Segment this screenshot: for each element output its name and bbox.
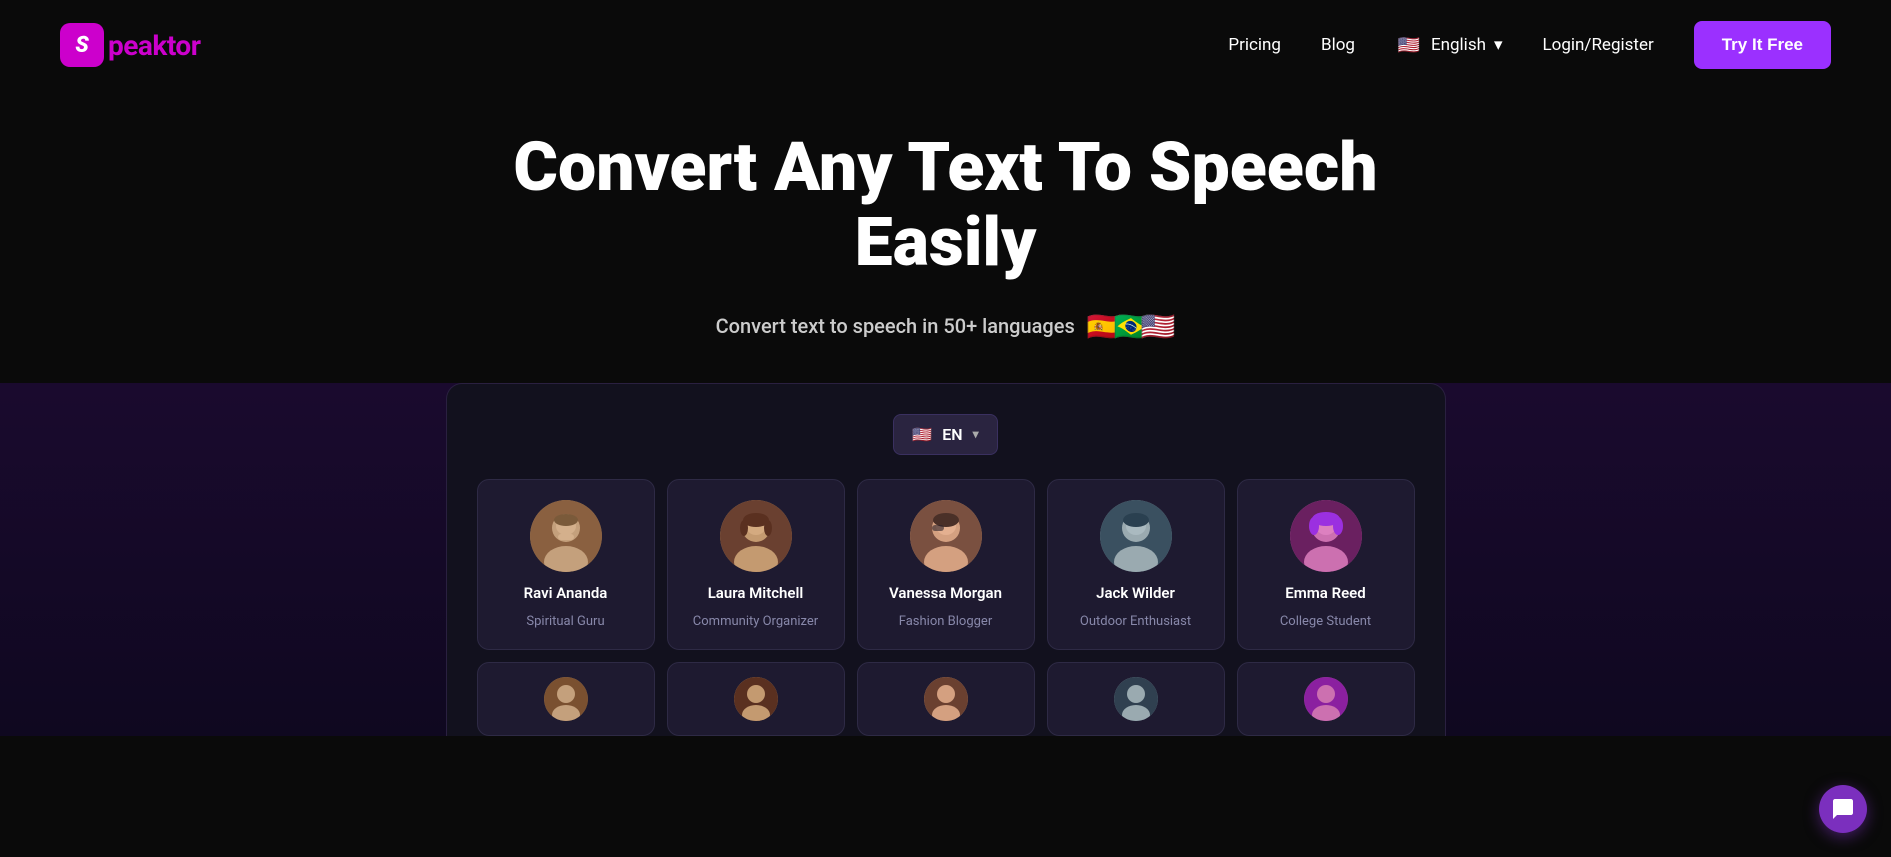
app-panel: 🇺🇸 EN ▾ xyxy=(446,383,1446,736)
nav-language-selector[interactable]: 🇺🇸 English ▾ xyxy=(1395,31,1503,59)
voice-role-vanessa: Fashion Blogger xyxy=(899,614,992,629)
voice-role-emma: College Student xyxy=(1280,614,1371,629)
avatar-ravi xyxy=(530,500,602,572)
voice-card-small-5[interactable] xyxy=(1237,662,1415,736)
avatar-laura xyxy=(720,500,792,572)
flag-us: 🇺🇸 xyxy=(1141,310,1176,343)
avatar-vanessa xyxy=(910,500,982,572)
nav-links: Pricing Blog 🇺🇸 English ▾ Login/Register… xyxy=(1228,21,1831,69)
panel-lang-code: EN xyxy=(942,425,962,444)
voice-name-laura: Laura Mitchell xyxy=(708,584,804,602)
logo-box: S xyxy=(60,23,104,67)
voice-role-ravi: Spiritual Guru xyxy=(526,614,604,629)
panel-flag-icon: 🇺🇸 xyxy=(912,425,932,444)
voice-card-small-2[interactable] xyxy=(667,662,845,736)
avatar-emma xyxy=(1290,500,1362,572)
chevron-down-icon: ▾ xyxy=(1494,35,1503,55)
nav-login[interactable]: Login/Register xyxy=(1543,35,1654,55)
navbar: S peaktor Pricing Blog 🇺🇸 English ▾ Logi… xyxy=(0,0,1891,90)
voice-card-vanessa[interactable]: Vanessa Morgan Fashion Blogger xyxy=(857,479,1035,650)
voices-row-1: Ravi Ananda Spiritual Guru xyxy=(477,479,1415,650)
nav-blog[interactable]: Blog xyxy=(1321,35,1355,55)
chat-icon xyxy=(1831,797,1855,821)
voice-card-ravi[interactable]: Ravi Ananda Spiritual Guru xyxy=(477,479,655,650)
voice-card-emma[interactable]: Emma Reed College Student xyxy=(1237,479,1415,650)
voice-role-laura: Community Organizer xyxy=(693,614,818,629)
app-panel-wrapper: 🇺🇸 EN ▾ xyxy=(0,383,1891,736)
voice-card-jack[interactable]: Jack Wilder Outdoor Enthusiast xyxy=(1047,479,1225,650)
avatar-small-4 xyxy=(1114,677,1158,721)
language-flags: 🇪🇸 🇧🇷 🇺🇸 xyxy=(1087,310,1176,343)
us-flag-icon: 🇺🇸 xyxy=(1395,31,1423,59)
panel-top: 🇺🇸 EN ▾ xyxy=(477,414,1415,455)
voice-name-ravi: Ravi Ananda xyxy=(524,584,608,602)
try-free-button[interactable]: Try It Free xyxy=(1694,21,1831,69)
hero-title: Convert Any Text To Speech Easily xyxy=(446,130,1446,280)
voice-role-jack: Outdoor Enthusiast xyxy=(1080,614,1191,629)
hero-section: Convert Any Text To Speech Easily Conver… xyxy=(0,90,1891,383)
avatar-small-2 xyxy=(734,677,778,721)
language-label: English xyxy=(1431,35,1486,55)
avatar-small-3 xyxy=(924,677,968,721)
nav-pricing[interactable]: Pricing xyxy=(1228,35,1281,55)
logo-text: peaktor xyxy=(108,29,200,62)
hero-subtitle: Convert text to speech in 50+ languages … xyxy=(716,310,1176,343)
voice-name-emma: Emma Reed xyxy=(1285,584,1365,602)
logo[interactable]: S peaktor xyxy=(60,23,200,67)
avatar-small-5 xyxy=(1304,677,1348,721)
avatar-small-1 xyxy=(544,677,588,721)
voices-row-2 xyxy=(477,662,1415,736)
voice-name-jack: Jack Wilder xyxy=(1096,584,1175,602)
voice-card-small-3[interactable] xyxy=(857,662,1035,736)
chevron-down-icon: ▾ xyxy=(973,427,979,441)
bottom-section: 🇺🇸 EN ▾ xyxy=(0,383,1891,736)
avatar-jack xyxy=(1100,500,1172,572)
voice-card-laura[interactable]: Laura Mitchell Community Organizer xyxy=(667,479,845,650)
voice-card-small-1[interactable] xyxy=(477,662,655,736)
voice-card-small-4[interactable] xyxy=(1047,662,1225,736)
chat-bubble[interactable] xyxy=(1819,785,1867,833)
voice-name-vanessa: Vanessa Morgan xyxy=(889,584,1002,602)
panel-language-selector[interactable]: 🇺🇸 EN ▾ xyxy=(893,414,997,455)
subtitle-text: Convert text to speech in 50+ languages xyxy=(716,314,1075,338)
